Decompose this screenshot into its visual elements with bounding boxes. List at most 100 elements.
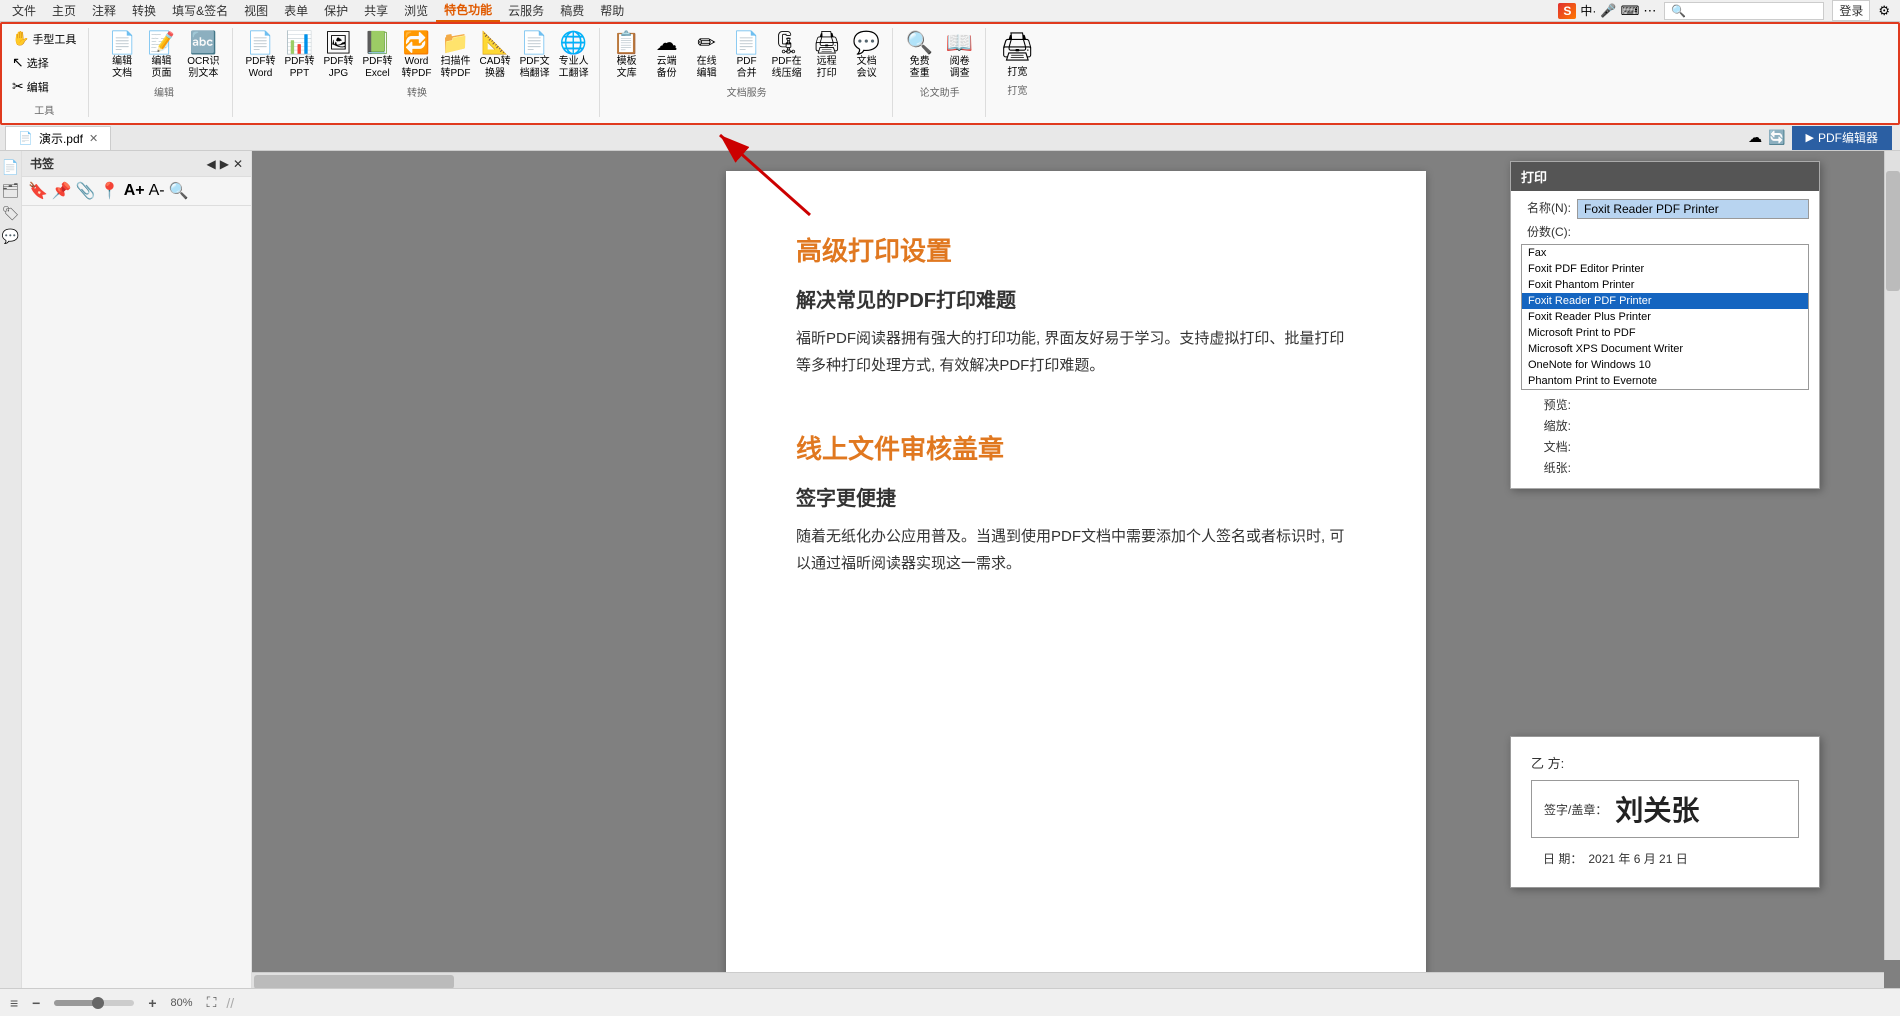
ribbon-group-convert: 📄 PDF转Word 📊 PDF转PPT 🖼 PDF转JPG 📗 PDF转Exc… — [235, 28, 599, 117]
h-scrollbar-thumb[interactable] — [254, 975, 454, 988]
menu-fill-sign[interactable]: 填写&签名 — [164, 0, 236, 21]
pdf-jpg-label: PDF转JPG — [323, 56, 353, 80]
horizontal-scrollbar[interactable] — [252, 972, 1884, 988]
bottom-plus-btn[interactable]: + — [144, 995, 160, 1011]
scrollbar-thumb[interactable] — [1886, 171, 1900, 291]
btn-free-check[interactable]: 🔍 免费查重 — [901, 28, 939, 82]
btn-pdf-to-excel[interactable]: 📗 PDF转Excel — [358, 28, 396, 82]
printer-fax[interactable]: Fax — [1522, 245, 1808, 261]
menu-view[interactable]: 视图 — [236, 0, 276, 21]
btn-cad-converter[interactable]: 📐 CAD转换器 — [475, 28, 514, 82]
section1: 高级打印设置 解决常见的PDF打印难题 福昕PDF阅读器拥有强大的打印功能, 界… — [796, 231, 1356, 379]
btn-ocr[interactable]: 🔤 OCR识别文本 — [182, 28, 224, 82]
btn-pro-translate[interactable]: 🌐 专业人工翻译 — [555, 28, 593, 82]
vertical-scrollbar[interactable] — [1884, 151, 1900, 960]
ime-icon-mic[interactable]: 🎤 — [1600, 3, 1616, 19]
scan-pdf-label: 扫描件转PDF — [440, 56, 470, 80]
menu-share[interactable]: 共享 — [356, 0, 396, 21]
select-tool-btn[interactable]: ↖ 选择 — [8, 52, 80, 73]
btn-scan-to-pdf[interactable]: 📁 扫描件转PDF — [436, 28, 474, 82]
bottom-minus-btn[interactable]: − — [28, 995, 44, 1011]
print-group-label: 打宽 — [994, 82, 1042, 97]
menu-protect[interactable]: 保护 — [316, 0, 356, 21]
print-name-input[interactable]: Foxit Reader PDF Printer — [1577, 199, 1809, 219]
printer-foxit-phantom[interactable]: Foxit Phantom Printer — [1522, 277, 1808, 293]
btn-pdf-compress[interactable]: 🗜 PDF在线压缩 — [768, 28, 806, 82]
btn-online-edit[interactable]: ✏ 在线编辑 — [688, 28, 726, 82]
menu-browse[interactable]: 浏览 — [396, 0, 436, 21]
printer-onenote[interactable]: OneNote for Windows 10 — [1522, 357, 1808, 373]
menu-home[interactable]: 主页 — [44, 0, 84, 21]
settings-icon[interactable]: ⚙ — [1878, 3, 1890, 19]
printer-phantom-evernote[interactable]: Phantom Print to Evernote — [1522, 373, 1808, 389]
pdf-editor-label: PDF编辑器 — [1818, 129, 1878, 146]
bookmark-outline-icon[interactable]: 🔖 — [28, 181, 48, 201]
print-printer-list: Fax Foxit PDF Editor Printer Foxit Phant… — [1521, 244, 1809, 390]
menu-fee[interactable]: 稿费 — [552, 0, 592, 21]
text-smaller-icon[interactable]: A- — [149, 182, 165, 200]
printer-ms-xps[interactable]: Microsoft XPS Document Writer — [1522, 341, 1808, 357]
menu-special[interactable]: 特色功能 — [436, 0, 500, 22]
sync-icon[interactable]: 🔄 — [1768, 129, 1785, 146]
bookmark-add2-icon[interactable]: 📎 — [76, 181, 96, 201]
btn-pdf-to-word[interactable]: 📄 PDF转Word — [241, 28, 279, 82]
btn-edit-page[interactable]: 📝 编辑页面 — [143, 28, 180, 82]
menu-annotate[interactable]: 注释 — [84, 0, 124, 21]
printer-foxit-reader[interactable]: Foxit Reader PDF Printer — [1522, 293, 1808, 309]
sidebar-icon-page[interactable]: 📄 — [2, 159, 19, 176]
menu-help[interactable]: 帮助 — [592, 0, 632, 21]
btn-edit-doc[interactable]: 📄 编辑文档 — [103, 28, 140, 82]
btn-pdf-to-ppt[interactable]: 📊 PDF转PPT — [280, 28, 318, 82]
btn-cloud-backup[interactable]: ☁ 云端备份 — [648, 28, 686, 82]
menu-convert[interactable]: 转换 — [124, 0, 164, 21]
btn-pdf-merge[interactable]: 📄 PDF合并 — [728, 28, 766, 82]
menu-file[interactable]: 文件 — [4, 0, 44, 21]
top-bar-right-icons: ☁ 🔄 ▶ PDF编辑器 — [1748, 126, 1900, 150]
free-check-label: 免费查重 — [910, 56, 930, 80]
sidebar-icon-tag[interactable]: 🏷 — [2, 205, 20, 222]
edit-tool-btn[interactable]: ✂ 编辑 — [8, 76, 80, 97]
sidebar-search-icon[interactable]: 🔍 — [169, 181, 189, 201]
zoom-slider-thumb[interactable] — [92, 997, 104, 1009]
hand-tool-btn[interactable]: ✋ 手型工具 — [8, 28, 80, 49]
bookmark-add3-icon[interactable]: 📍 — [100, 181, 120, 201]
tools-group-label: 工具 — [8, 102, 80, 117]
expand-icon[interactable]: ⛶ — [207, 994, 217, 1011]
doc-tab[interactable]: 📄 演示.pdf ✕ — [5, 126, 111, 150]
ime-icon-keyboard[interactable]: ⌨ — [1621, 3, 1640, 19]
sidebar-nav-left[interactable]: ◀ — [206, 157, 215, 171]
login-button[interactable]: 登录 — [1832, 0, 1870, 21]
btn-print[interactable]: 🖨 打宽 — [994, 28, 1042, 80]
print-preview-row: 预览: — [1521, 396, 1809, 413]
sidebar-nav-right[interactable]: ▶ — [220, 157, 229, 171]
sidebar-content — [22, 206, 251, 988]
bookmark-add-icon[interactable]: 📌 — [52, 181, 72, 201]
btn-word-to-pdf[interactable]: 🔁 Word转PDF — [397, 28, 435, 82]
btn-doc-meeting[interactable]: 💬 文档会议 — [848, 28, 886, 82]
tab-close-btn[interactable]: ✕ — [89, 132, 98, 145]
search-box[interactable]: 🔍 — [1664, 2, 1824, 20]
sidebar-icon-layers[interactable]: 🗂 — [2, 182, 20, 199]
menu-form[interactable]: 表单 — [276, 0, 316, 21]
ime-icon-more[interactable]: ⋯ — [1643, 3, 1656, 19]
zoom-slider[interactable] — [54, 1000, 134, 1006]
sidebar-icon-comment[interactable]: 💬 — [2, 228, 19, 245]
btn-survey[interactable]: 📖 阅卷调查 — [941, 28, 979, 82]
ime-icon-zh[interactable]: 中· — [1580, 2, 1596, 19]
printer-foxit-editor[interactable]: Foxit PDF Editor Printer — [1522, 261, 1808, 277]
pdf-jpg-icon: 🖼 — [325, 30, 353, 56]
btn-pdf-to-jpg[interactable]: 🖼 PDF转JPG — [319, 28, 357, 82]
btn-remote-print[interactable]: 🖨 远程打印 — [808, 28, 846, 82]
btn-pdf-translate[interactable]: 📄 PDF文档翻译 — [516, 28, 554, 82]
menu-cloud[interactable]: 云服务 — [500, 0, 552, 21]
sidebar-panel: 书签 ◀ ▶ ✕ 🔖 📌 📎 📍 A+ A- 🔍 — [22, 151, 252, 988]
btn-template[interactable]: 📋 模板文库 — [608, 28, 646, 82]
text-larger-icon[interactable]: A+ — [124, 182, 145, 200]
sidebar-header: 书签 ◀ ▶ ✕ — [22, 151, 251, 177]
pdf-editor-button[interactable]: ▶ PDF编辑器 — [1792, 126, 1892, 150]
cloud-sync-icon[interactable]: ☁ — [1748, 129, 1762, 146]
sidebar-close[interactable]: ✕ — [233, 157, 243, 171]
printer-ms-pdf[interactable]: Microsoft Print to PDF — [1522, 325, 1808, 341]
bottom-settings-icon[interactable]: ≡ — [10, 995, 18, 1011]
printer-foxit-reader-plus[interactable]: Foxit Reader Plus Printer — [1522, 309, 1808, 325]
